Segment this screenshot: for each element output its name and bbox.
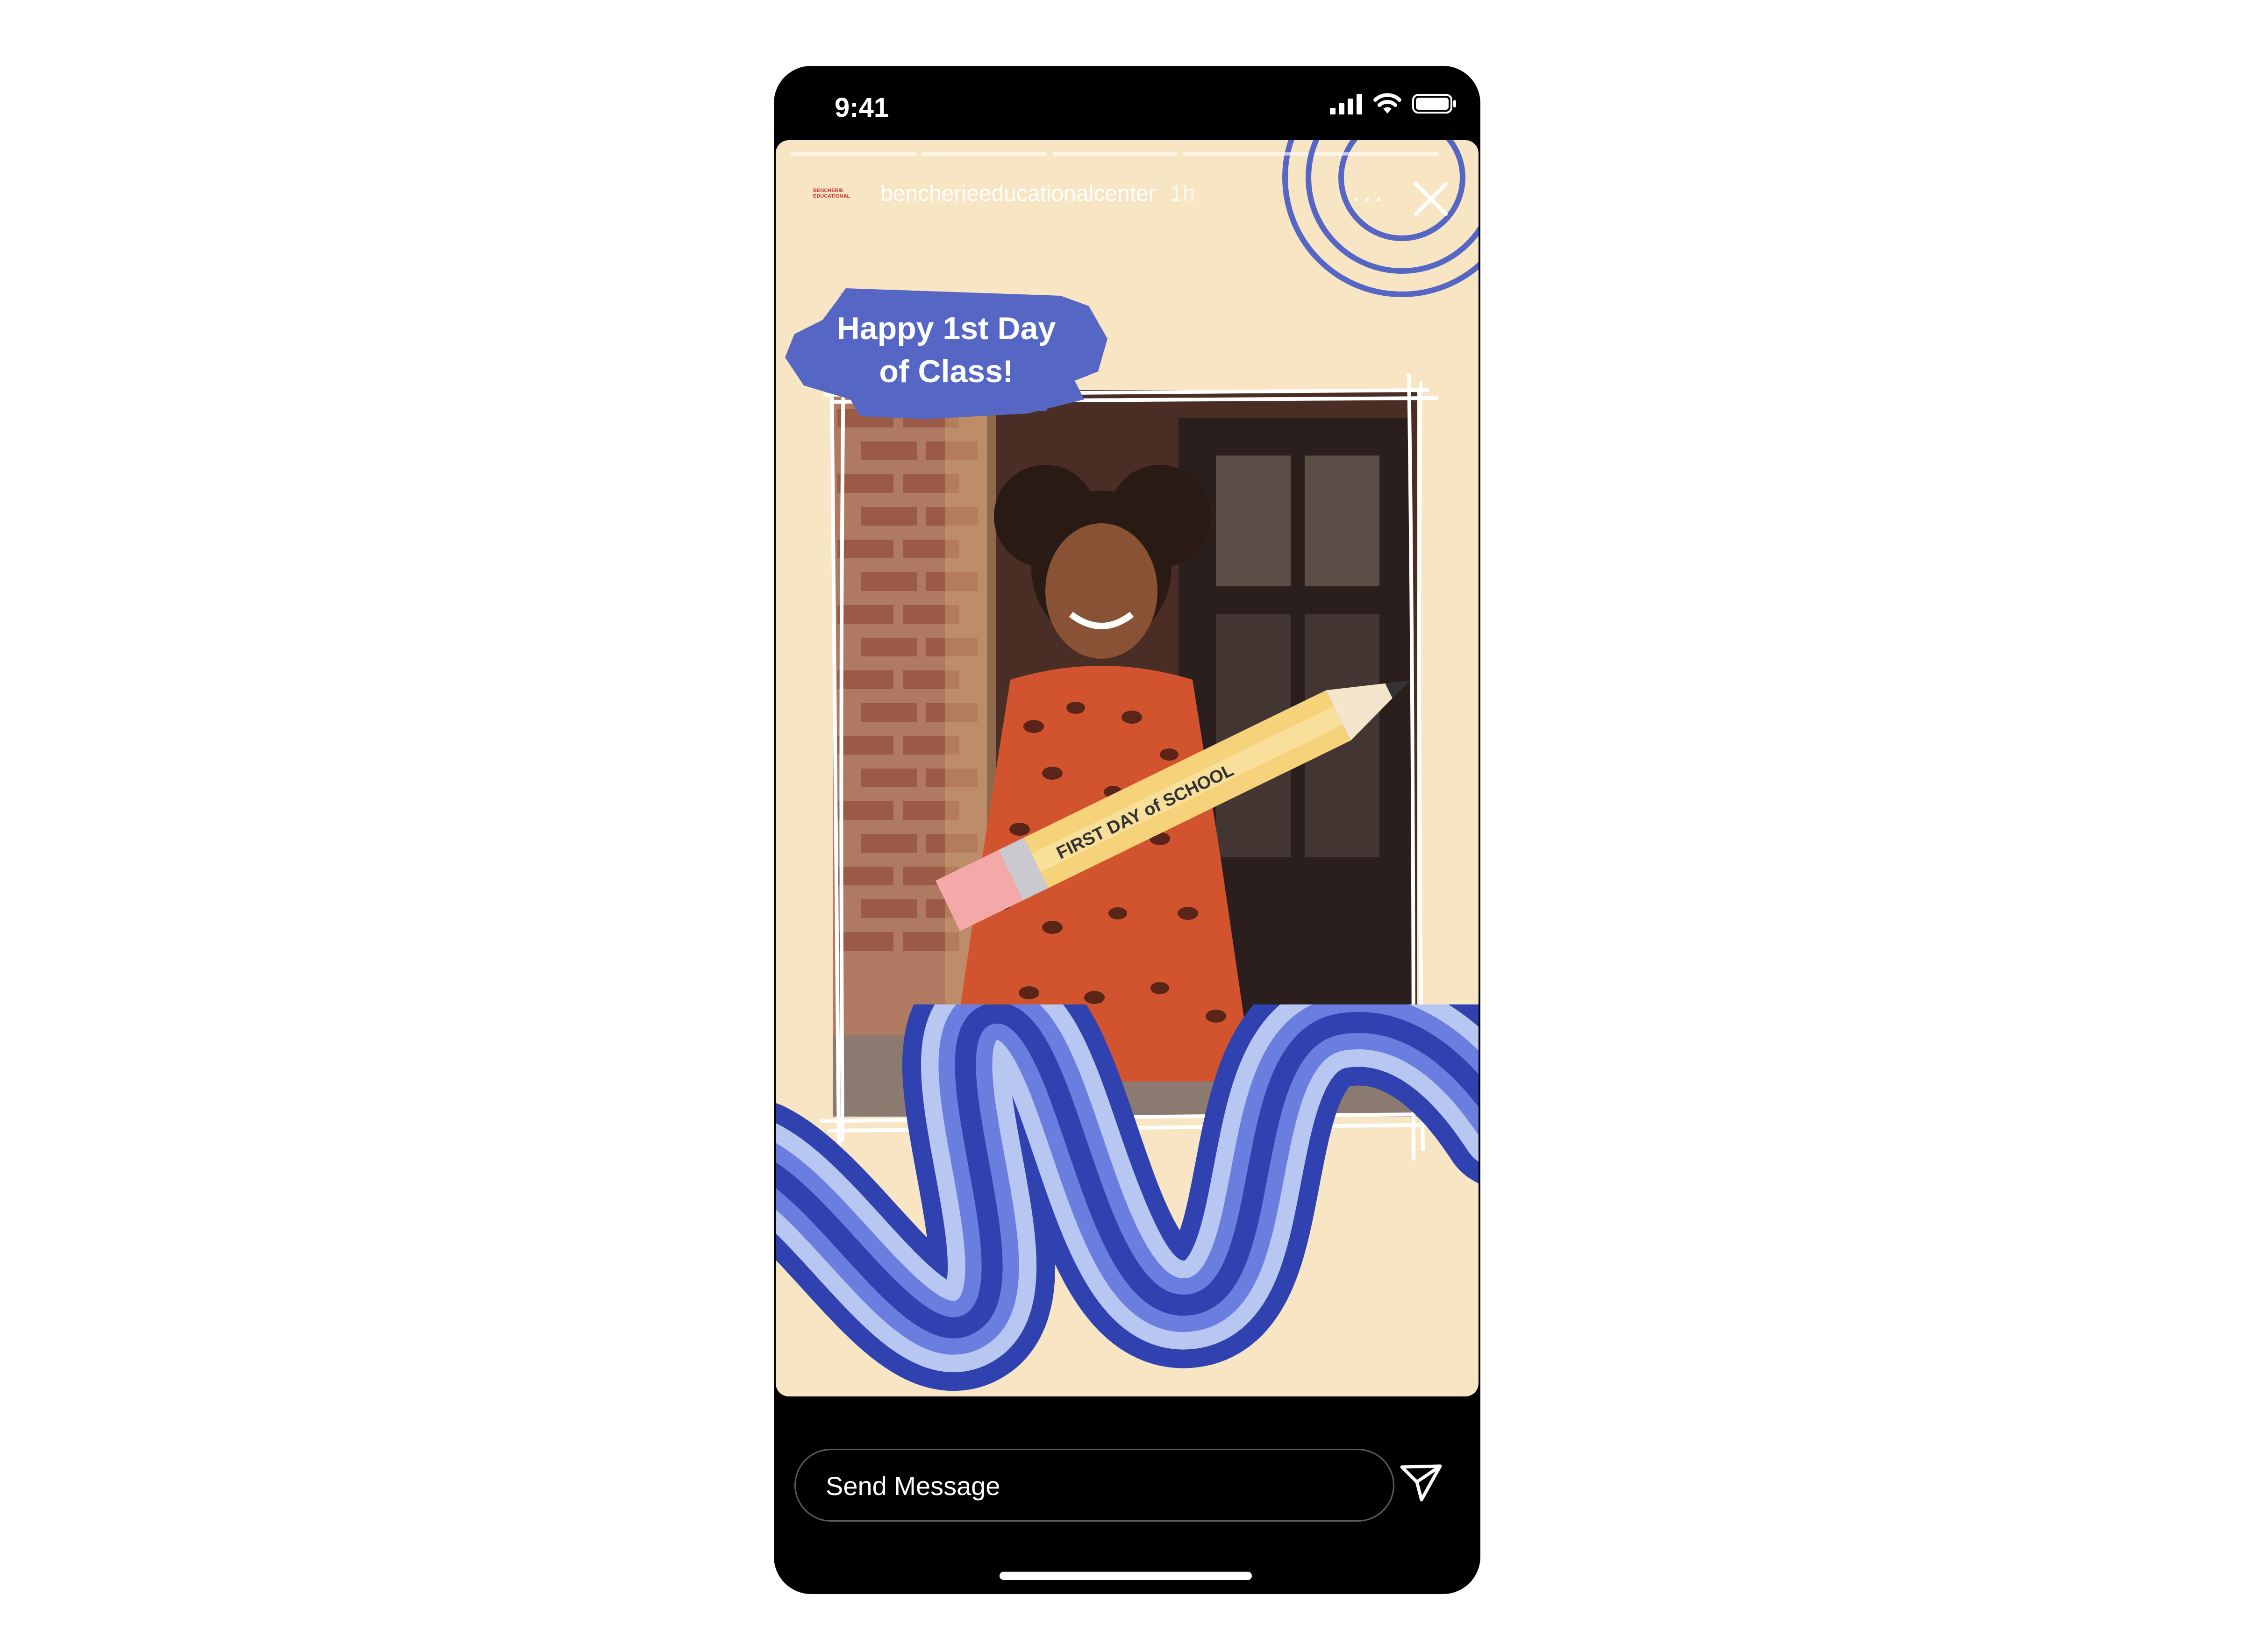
account-username[interactable]: bencherieeducationalcenter [880, 181, 1156, 206]
progress-segment [1314, 152, 1439, 156]
paper-plane-icon[interactable] [1395, 1456, 1447, 1507]
ring-decoration [1282, 140, 1479, 297]
post-time: 1h [1170, 181, 1195, 206]
send-message-input[interactable]: Send Message [794, 1449, 1394, 1522]
battery-icon [1412, 94, 1456, 114]
close-icon[interactable] [1411, 179, 1450, 219]
progress-segment [791, 152, 916, 156]
wave-decoration [776, 1004, 1479, 1391]
home-indicator[interactable] [1000, 1572, 1252, 1580]
avatar-logo-text: BENCHERIE EDUCATIONAL [813, 188, 850, 199]
wifi-icon [1373, 93, 1401, 114]
more-options-button[interactable]: ··· [1351, 181, 1385, 214]
headline-sticker: Happy 1st Day of Class! [785, 283, 1107, 423]
cellular-signal-icon [1330, 94, 1362, 114]
status-icons [1330, 93, 1457, 114]
headline-line-1: Happy 1st Day [836, 311, 1056, 346]
progress-segment [1183, 152, 1308, 156]
headline-line-2: of Class! [879, 354, 1014, 389]
account-avatar[interactable]: BENCHERIE EDUCATIONAL [813, 179, 866, 207]
headline-text: Happy 1st Day of Class! [785, 307, 1107, 393]
status-time: 9:41 [835, 93, 889, 123]
message-placeholder: Send Message [826, 1471, 1000, 1501]
progress-segment [1052, 152, 1178, 156]
progress-segment [921, 152, 1047, 156]
phone-screen: 9:41 BENCHERIE EDUCATIONAL bencherieeduc… [774, 66, 1480, 1594]
story-card[interactable]: BENCHERIE EDUCATIONAL bencherieeducation… [776, 140, 1479, 1396]
story-header: BENCHERIE EDUCATIONAL bencherieeducation… [813, 179, 1195, 207]
story-progress-bar [791, 152, 1439, 156]
